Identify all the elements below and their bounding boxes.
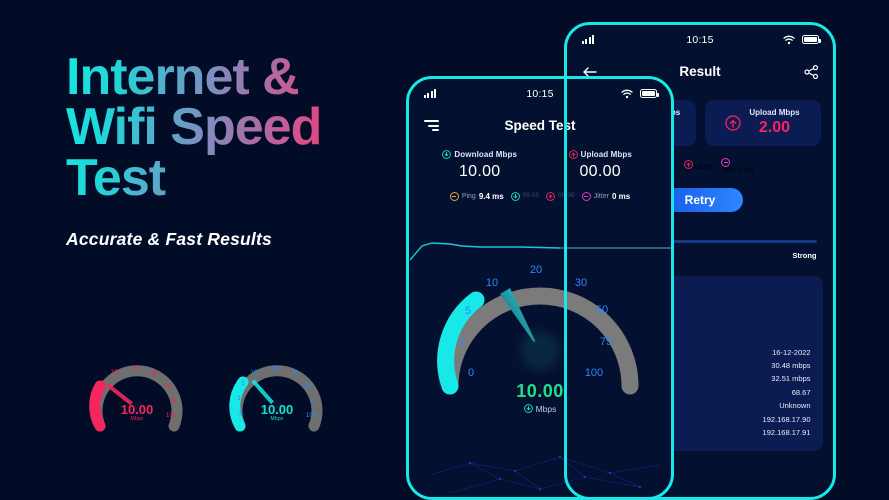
speedtest-screen: 10:15 Speed Test Download Mbps 10.00 Upl… [409,79,671,497]
upload-result-card: Upload Mbps 2.00 [704,99,821,146]
upload-arrow-icon [568,149,578,159]
jitter-label: Jitter [721,166,737,174]
wifi-icon [782,35,795,44]
jitter-label: Jitter [593,192,609,200]
mini-upload-value: 00.00 [558,193,575,199]
substat-upload: 00.00 [683,160,713,171]
mini-gauge-unit: Mbps [130,416,144,422]
battery-icon [801,35,821,44]
svg-text:50: 50 [305,384,312,390]
jitter-icon [721,157,731,167]
mini-gauge-unit: Mbps [270,416,284,422]
mini-download-stat: 00.00 [510,191,540,201]
upload-label-wrap: Upload Mbps [540,150,661,159]
network-pattern-decoration [429,455,660,493]
detail-value: 16-12-2022 [772,347,811,357]
mini-gauge-cyan: 0 1 5 10 20 30 50 75 100 10.00 Mbps [212,330,342,448]
promo-text-block: Internet & Wifi Speed Test Accurate & Fa… [66,51,396,250]
download-arrow-icon [523,404,533,413]
gauge-unit: Mbps [535,403,557,414]
hamburger-icon[interactable] [423,120,439,131]
substat-jitter: Jitter 0 ms [721,157,754,174]
detail-value: 32.51 mbps [771,374,811,384]
jitter-icon [581,191,591,201]
speedtest-phone: 10:15 Speed Test Download Mbps 10.00 Upl… [406,76,674,500]
speed-gauge: 0 1 5 10 20 30 50 75 100 10.00 Mbps [416,238,664,429]
svg-text:30: 30 [292,371,299,377]
detail-value: 192.168.17.90 [762,414,811,424]
svg-text:20: 20 [272,366,279,372]
download-arrow-icon [510,191,520,201]
upload-value: 00.00 [579,162,622,180]
slider-label-high: Strong [792,250,817,260]
upload-arrow-icon [546,191,556,201]
jitter-value: 0 ms [611,191,631,201]
detail-value: 68.67 [791,387,811,397]
upload-label: Upload Mbps [580,149,632,159]
speed-metrics-row: Download Mbps 10.00 Upload Mbps 00.00 [410,144,671,181]
substat-upload-value: 00.00 [694,164,713,171]
svg-text:1: 1 [459,337,465,349]
detail-value: 30.48 mbps [771,361,811,371]
svg-text:0: 0 [468,367,474,379]
promo-subtitle: Accurate & Fast Results [66,229,272,250]
svg-text:30: 30 [152,371,159,377]
detail-value: Unknown [779,401,811,411]
download-value: 10.00 [458,162,501,180]
download-label-wrap: Download Mbps [420,150,541,159]
download-metric: Download Mbps 10.00 [420,150,541,181]
svg-text:10: 10 [251,370,258,376]
upload-arrow-icon [725,114,742,131]
mini-gauge-pink: 0 1 5 10 20 30 50 75 100 10.00 Mbps [72,330,202,448]
jitter-value: 0 ms [738,166,754,174]
mini-download-value: 00.00 [522,193,540,199]
ping-value: 9.4 ms [478,191,504,201]
ping-stat: Ping 9.4 ms [449,191,504,201]
upload-label: Upload Mbps [749,108,800,117]
svg-text:30: 30 [575,277,587,289]
result-statusbar: 10:15 [568,26,833,54]
mini-upload-stat: 00.00 [546,191,575,201]
ping-stats-row: Ping 9.4 ms 00.00 00.00 Jitter 0 ms [410,191,671,201]
svg-text:5: 5 [465,305,471,317]
ping-label: Ping [461,192,476,200]
svg-text:50: 50 [596,304,608,316]
svg-text:100: 100 [585,367,603,379]
wifi-icon [620,89,633,98]
upload-metric: Upload Mbps 00.00 [540,150,661,181]
ping-icon [449,191,459,201]
download-label: Download Mbps [454,149,518,159]
gauge-value: 10.00 [516,380,564,401]
jitter-stat: Jitter 0 ms [581,191,631,201]
page-title: Speed Test [504,118,576,133]
svg-text:75: 75 [600,336,612,348]
gauge-unit-wrap: Mbps [416,404,664,414]
speed-sparkline [409,241,671,260]
download-arrow-icon [442,149,452,159]
detail-value: 192.168.17.91 [762,427,811,437]
upload-value: 2.00 [758,119,791,136]
svg-text:20: 20 [132,366,139,372]
mini-gauges-row: 0 1 5 10 20 30 50 75 100 10.00 Mbps 0 1 … [72,330,352,450]
svg-text:50: 50 [165,384,172,390]
mini-gauge-value: 10.00 [120,402,154,417]
mini-gauge-value: 10.00 [260,402,294,417]
speedtest-statusbar: 10:15 [410,80,671,108]
promo-banner: Internet & Wifi Speed Test Accurate & Fa… [0,0,889,500]
share-icon[interactable] [803,64,819,79]
battery-icon [639,89,659,98]
upload-arrow-icon [683,160,693,169]
svg-text:10: 10 [111,370,118,376]
speedtest-appbar: Speed Test [410,108,671,144]
svg-text:10: 10 [486,277,498,289]
page-title: Internet & Wifi Speed Test [66,51,396,204]
